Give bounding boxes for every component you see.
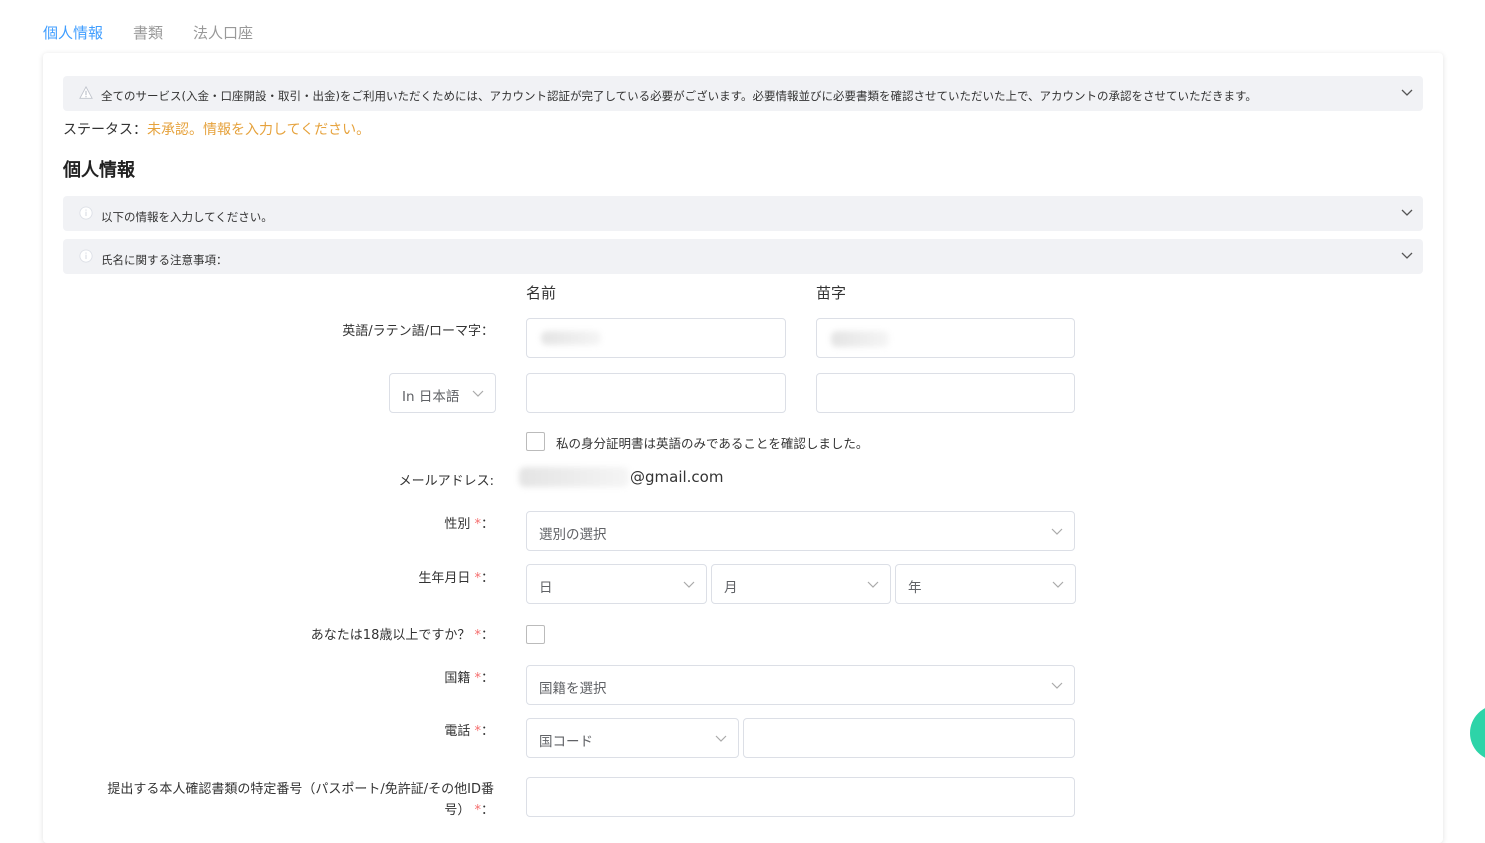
chevron-down-icon (472, 390, 484, 397)
first-name-header: 名前 (526, 284, 557, 302)
phone-number-input[interactable] (743, 718, 1075, 758)
dob-day-value: 日 (539, 580, 553, 596)
last-name-header: 苗字 (816, 284, 847, 302)
chevron-down-icon (1052, 581, 1064, 588)
input-info-text: 以下の情報を入力してください。 (101, 210, 273, 224)
id-number-input[interactable] (526, 777, 1075, 817)
chevron-down-icon[interactable] (1399, 84, 1415, 100)
tab-corporate-account[interactable]: 法人口座 (193, 22, 253, 44)
country-code-value: 国コード (539, 734, 593, 750)
name-caution-text: 氏名に関する注意事項： (101, 253, 228, 267)
section-title: 個人情報 (63, 160, 135, 181)
redacted-value (541, 331, 601, 345)
status-label: ステータス： (63, 122, 147, 138)
chevron-down-icon[interactable] (1399, 204, 1415, 220)
email-label: メールアドレス: (398, 474, 494, 489)
chevron-down-icon[interactable] (1399, 247, 1415, 263)
name-caution-notice[interactable]: 氏名に関する注意事項： (63, 239, 1423, 274)
last-name-native-input[interactable] (816, 373, 1075, 413)
nationality-label: 国籍 *： (444, 671, 494, 686)
dob-month-select[interactable]: 月 (711, 564, 891, 604)
dob-label: 生年月日 *： (418, 571, 494, 586)
country-code-select[interactable]: 国コード (526, 718, 739, 758)
gender-select-value: 選別の選択 (539, 527, 607, 543)
warning-icon (79, 86, 93, 99)
redacted-email (519, 467, 629, 487)
status-value: 未承認。情報を入力してください。 (147, 122, 371, 138)
dob-month-value: 月 (724, 580, 738, 596)
chat-button[interactable] (1470, 705, 1485, 761)
form-card: 全てのサービス(入金・口座開設・取引・出金)をご利用いただくためには、アカウント… (43, 53, 1443, 843)
latin-name-label: 英語/ラテン語/ローマ字： (342, 324, 494, 339)
account-verification-text: 全てのサービス(入金・口座開設・取引・出金)をご利用いただくためには、アカウント… (101, 89, 1257, 103)
phone-label: 電話 *： (444, 724, 494, 739)
last-name-latin-input[interactable] (816, 318, 1075, 358)
nationality-select-value: 国籍を選択 (539, 681, 607, 697)
input-info-notice[interactable]: 以下の情報を入力してください。 (63, 196, 1423, 231)
dob-year-select[interactable]: 年 (895, 564, 1076, 604)
language-select-value: In 日本語 (402, 389, 460, 405)
chevron-down-icon (1051, 528, 1063, 535)
email-value: @gmail.com (630, 468, 724, 486)
gender-label: 性別 *： (444, 517, 494, 532)
english-only-label: 私の身分証明書は英語のみであることを確認しました。 (556, 436, 869, 451)
first-name-latin-input[interactable] (526, 318, 786, 358)
tab-bar: 個人情報 書類 法人口座 (43, 22, 253, 44)
info-icon (79, 249, 93, 263)
id-number-label: 提出する本人確認書類の特定番号（パスポート/免許証/その他ID番 号） *： (107, 782, 494, 818)
age-label: あなたは18歳以上ですか？ *： (310, 628, 494, 643)
status-line: ステータス：未承認。情報を入力してください。 (63, 119, 370, 139)
english-only-checkbox[interactable] (526, 432, 545, 451)
gender-select[interactable]: 選別の選択 (526, 511, 1075, 551)
chevron-down-icon (715, 735, 727, 742)
language-select[interactable]: In 日本語 (389, 373, 496, 413)
info-icon (79, 206, 93, 220)
redacted-value (831, 331, 889, 347)
chevron-down-icon (1051, 682, 1063, 689)
first-name-native-input[interactable] (526, 373, 786, 413)
account-verification-notice[interactable]: 全てのサービス(入金・口座開設・取引・出金)をご利用いただくためには、アカウント… (63, 76, 1423, 111)
chevron-down-icon (867, 581, 879, 588)
tab-personal-info[interactable]: 個人情報 (43, 22, 103, 44)
chevron-down-icon (683, 581, 695, 588)
tab-documents[interactable]: 書類 (133, 22, 163, 44)
dob-day-select[interactable]: 日 (526, 564, 707, 604)
nationality-select[interactable]: 国籍を選択 (526, 665, 1075, 705)
dob-year-value: 年 (908, 580, 922, 596)
age-checkbox[interactable] (526, 625, 545, 644)
